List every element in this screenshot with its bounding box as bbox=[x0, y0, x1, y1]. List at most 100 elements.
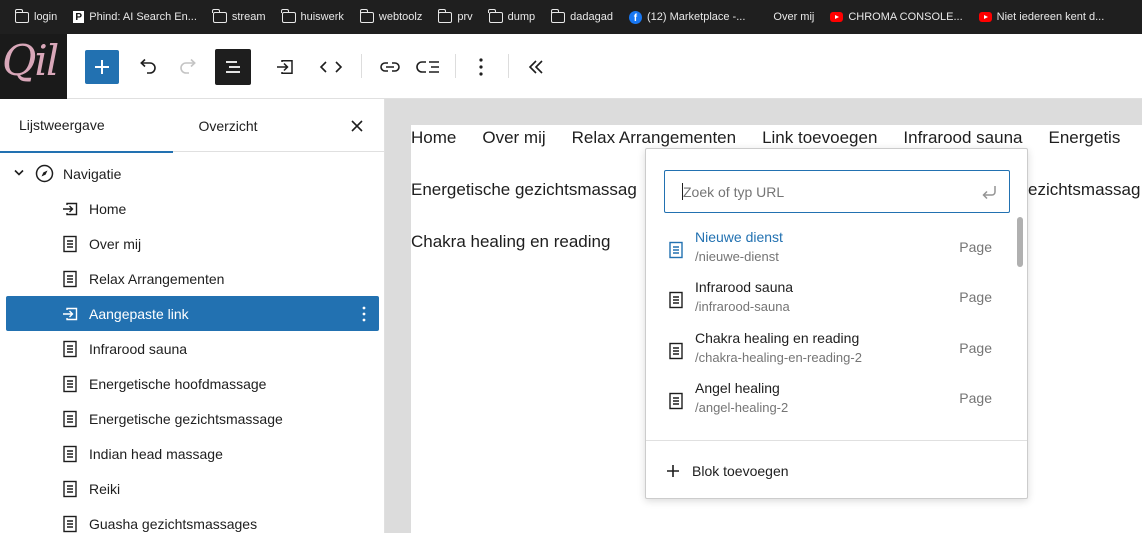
navigation-link-button[interactable] bbox=[272, 34, 298, 99]
nav-link-home[interactable]: Home bbox=[411, 128, 456, 147]
suggestion-title: Angel healing bbox=[695, 380, 780, 396]
tab-lijstweergave[interactable]: Lijstweergave bbox=[0, 99, 173, 153]
sidebar-tabs: Lijstweergave Overzicht bbox=[0, 99, 384, 153]
toolbar-divider bbox=[455, 54, 456, 78]
bookmark-dump[interactable]: dump bbox=[488, 8, 535, 23]
add-block-label: Blok toevoegen bbox=[692, 463, 789, 479]
page-icon bbox=[63, 410, 77, 428]
nav-link-chakra[interactable]: Chakra healing en reading bbox=[411, 232, 610, 252]
tree-item-home[interactable]: Home bbox=[6, 191, 379, 226]
plus-icon bbox=[95, 60, 109, 74]
suggestion-item[interactable]: Chakra healing en reading /chakra-healin… bbox=[658, 326, 1004, 376]
link-control-popover: Zoek of typ URL Nieuwe dienst /nieuwe-di… bbox=[645, 148, 1028, 499]
nav-link-placeholder[interactable]: Link toevoegen bbox=[762, 128, 877, 147]
page-icon bbox=[669, 241, 683, 259]
bookmark-huiswerk[interactable]: huiswerk bbox=[281, 8, 344, 23]
page-icon bbox=[669, 392, 683, 410]
page-icon bbox=[669, 342, 683, 360]
suggestion-type: Page bbox=[959, 390, 992, 406]
suggestion-item[interactable]: Angel healing /angel-healing-2 Page bbox=[658, 376, 1004, 426]
phind-icon: P bbox=[73, 11, 85, 23]
tree-item-label: Energetische hoofdmassage bbox=[89, 375, 267, 392]
page-icon bbox=[63, 515, 77, 533]
chevron-down-icon[interactable] bbox=[14, 169, 24, 177]
bookmark-niet-iedereen[interactable]: Niet iedereen kent d... bbox=[978, 11, 1104, 23]
tree-root-navigatie[interactable]: Navigatie bbox=[6, 156, 379, 191]
bookmark-prv[interactable]: prv bbox=[437, 8, 473, 23]
page-icon bbox=[63, 340, 77, 358]
tree-item-label: Home bbox=[89, 200, 127, 217]
link-icon bbox=[380, 61, 400, 72]
suggestion-type: Page bbox=[959, 289, 992, 305]
more-vertical-icon[interactable] bbox=[361, 305, 367, 323]
collapse-toolbar-button[interactable] bbox=[523, 34, 549, 99]
close-icon bbox=[351, 120, 363, 132]
tree-item-label: Infrarood sauna bbox=[89, 340, 188, 357]
tree-item-indian-head-massage[interactable]: Indian head massage bbox=[6, 436, 379, 471]
tree-item-label: Guasha gezichtsmassages bbox=[89, 515, 258, 532]
code-editor-button[interactable] bbox=[317, 34, 345, 99]
nav-link-relax[interactable]: Relax Arrangementen bbox=[572, 128, 736, 147]
list-view-icon bbox=[226, 61, 240, 73]
link-button[interactable] bbox=[377, 34, 403, 99]
close-sidebar-button[interactable] bbox=[346, 115, 368, 137]
tree-item-label: Reiki bbox=[89, 480, 121, 497]
tree-item-infrarood-sauna[interactable]: Infrarood sauna bbox=[6, 331, 379, 366]
page-icon bbox=[63, 375, 77, 393]
folder-icon bbox=[550, 8, 566, 23]
nav-link-energetische-gezichtsmassage[interactable]: Energetische gezichtsmassag bbox=[411, 180, 637, 200]
tree-item-energetische-gezichtsmassage[interactable]: Energetische gezichtsmassage bbox=[6, 401, 379, 436]
suggestion-url: /nieuwe-dienst bbox=[695, 249, 779, 264]
suggestion-title: Chakra healing en reading bbox=[695, 330, 860, 346]
tab-overzicht[interactable]: Overzicht bbox=[173, 99, 283, 152]
nav-link-over-mij[interactable]: Over mij bbox=[482, 128, 545, 147]
bookmark-stream[interactable]: stream bbox=[212, 8, 266, 23]
undo-icon bbox=[140, 58, 156, 74]
enter-icon[interactable] bbox=[979, 182, 999, 202]
bookmark-phind[interactable]: P Phind: AI Search En... bbox=[73, 11, 197, 23]
bookmark-webtoolz[interactable]: webtoolz bbox=[359, 8, 422, 23]
toolbar-divider bbox=[361, 54, 362, 78]
nav-link-gezichtsmassage-continued[interactable]: ezichtsmassag bbox=[1028, 180, 1140, 200]
list-view-button[interactable] bbox=[215, 49, 251, 85]
page-icon bbox=[63, 480, 77, 498]
suggestion-url: /angel-healing-2 bbox=[695, 400, 789, 415]
url-search-input[interactable]: Zoek of typ URL bbox=[664, 170, 1010, 213]
tree-item-over-mij[interactable]: Over mij bbox=[6, 226, 379, 261]
tree-item-label: Over mij bbox=[89, 235, 142, 252]
bookmark-chroma[interactable]: CHROMA CONSOLE... bbox=[830, 11, 963, 23]
editor-toolbar: Qil bbox=[0, 34, 1142, 99]
plus-icon bbox=[667, 465, 679, 477]
add-block-link-button[interactable]: Blok toevoegen bbox=[666, 453, 789, 489]
suggestions-scroll-thumb[interactable] bbox=[1017, 217, 1023, 267]
suggestion-item[interactable]: Infrarood sauna /infrarood-sauna Page bbox=[658, 275, 1004, 325]
tree-item-energetische-hoofdmassage[interactable]: Energetische hoofdmassage bbox=[6, 366, 379, 401]
tree-item-reiki[interactable]: Reiki bbox=[6, 471, 379, 506]
suggestion-type: Page bbox=[959, 340, 992, 356]
compass-icon bbox=[35, 164, 54, 183]
nav-link-energetis[interactable]: Energetis bbox=[1049, 128, 1121, 147]
tree-item-aangepaste-link[interactable]: Aangepaste link bbox=[6, 296, 379, 331]
bookmark-marketplace[interactable]: f (12) Marketplace -... bbox=[628, 10, 745, 24]
options-button[interactable] bbox=[470, 34, 492, 99]
list-view-sidebar: Lijstweergave Overzicht Navigatie Home O… bbox=[0, 99, 385, 533]
bookmark-over-mij[interactable]: Over mij bbox=[773, 11, 814, 23]
tree-item-relax-arrangementen[interactable]: Relax Arrangementen bbox=[6, 261, 379, 296]
tree-item-label: Aangepaste link bbox=[89, 305, 189, 322]
redo-button[interactable] bbox=[176, 34, 202, 99]
custom-link-icon bbox=[277, 59, 293, 74]
redo-icon bbox=[180, 58, 196, 74]
site-logo[interactable]: Qil bbox=[0, 34, 67, 99]
facebook-icon: f bbox=[628, 10, 642, 24]
add-submenu-button[interactable] bbox=[415, 34, 443, 99]
suggestion-item[interactable]: Nieuwe dienst /nieuwe-dienst Page bbox=[658, 225, 1004, 275]
undo-button[interactable] bbox=[134, 34, 160, 99]
tree-item-guasha-gezichtsmassages[interactable]: Guasha gezichtsmassages bbox=[6, 506, 379, 533]
bookmark-login[interactable]: login bbox=[14, 8, 57, 23]
folder-icon bbox=[212, 8, 227, 23]
chevron-double-left-icon bbox=[528, 59, 543, 74]
page-icon bbox=[669, 291, 683, 309]
nav-link-infrarood[interactable]: Infrarood sauna bbox=[903, 128, 1022, 147]
bookmark-dadagad[interactable]: dadagad bbox=[550, 8, 613, 23]
add-block-button[interactable] bbox=[85, 50, 119, 84]
